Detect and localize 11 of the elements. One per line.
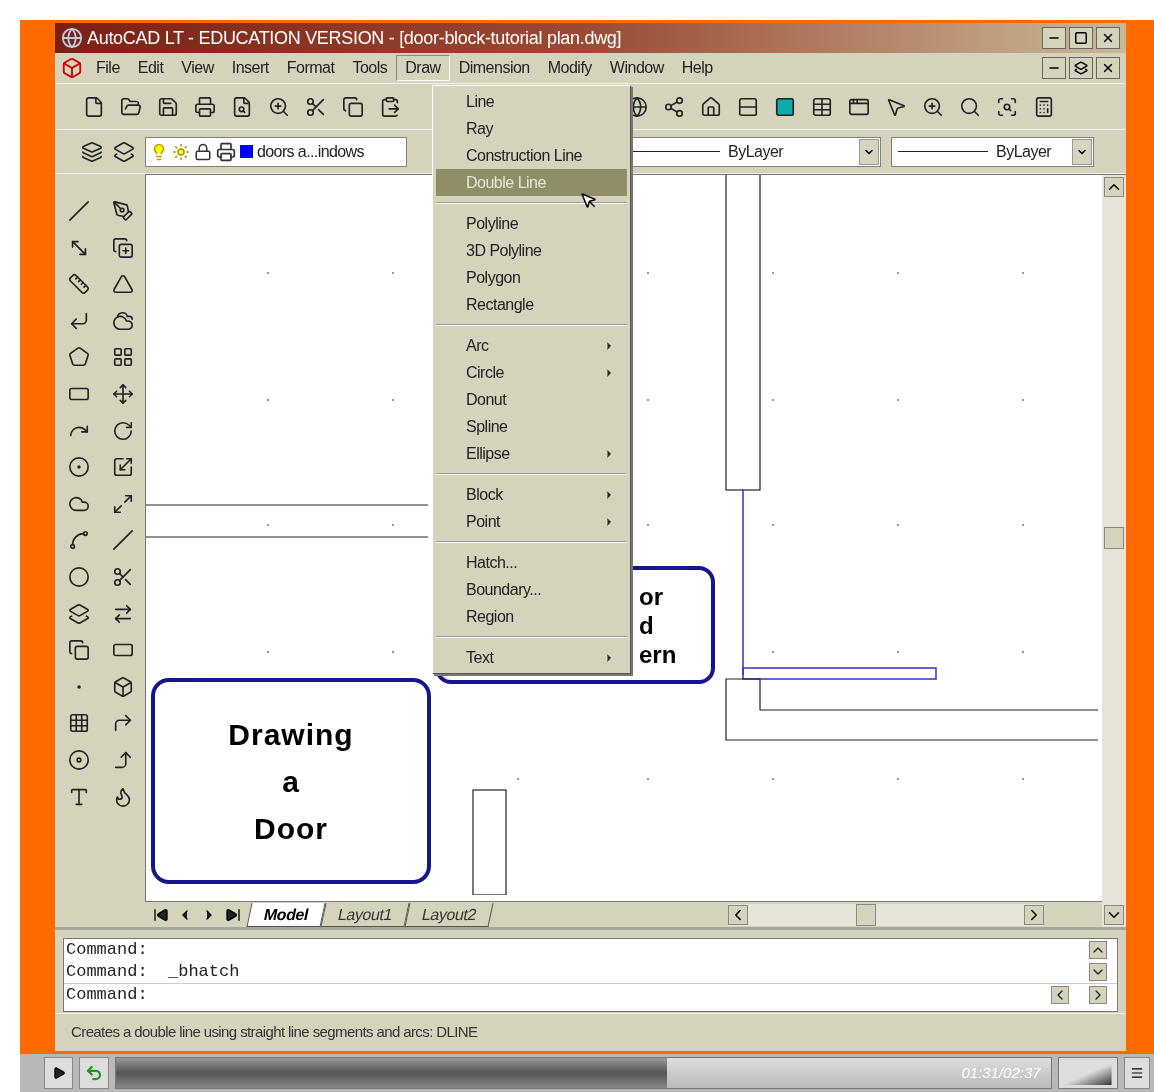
command-history-line: Command: — [66, 939, 149, 961]
command-history-line: Command: _bhatch — [66, 961, 241, 983]
dropdown-value: ByLayer — [996, 141, 1053, 162]
time-label: 01:31/02:37 — [961, 1062, 1041, 1083]
callout-text: or d ern — [639, 581, 677, 669]
command-prompt: Command: — [66, 984, 149, 1006]
window-title: AutoCAD LT - EDUCATION VERSION - [door-block-tutorial plan.dwg] — [87, 26, 623, 50]
dropdown-value: ByLayer — [728, 141, 785, 162]
layer-name: doors a...indows — [257, 141, 364, 162]
callout-text: Drawing a Door — [228, 716, 354, 847]
status-text: Creates a double line using straight line segments and arcs: DLINE — [71, 1022, 478, 1043]
